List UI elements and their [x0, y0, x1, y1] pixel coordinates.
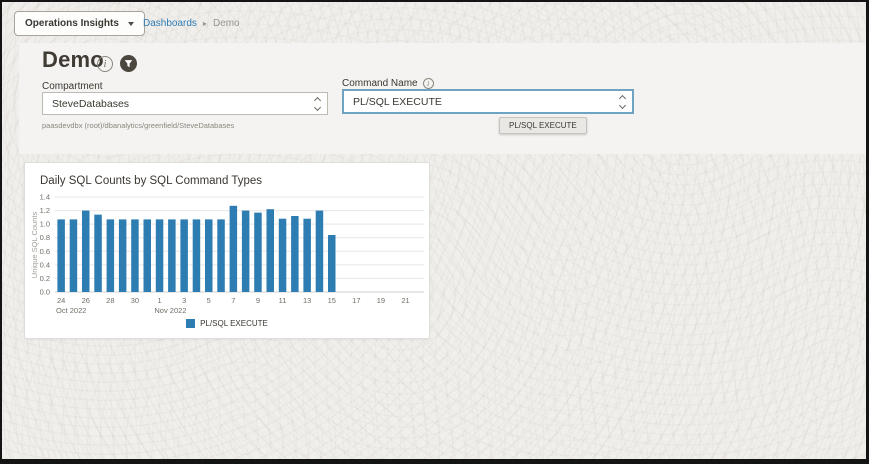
svg-text:15: 15: [328, 296, 336, 305]
select-stepper-icon: [315, 98, 320, 110]
breadcrumb-link-dashboards[interactable]: Dashboards: [143, 18, 197, 29]
svg-text:30: 30: [131, 296, 139, 305]
svg-text:0.0: 0.0: [40, 288, 50, 297]
command-name-tooltip: PL/SQL EXECUTE: [499, 117, 587, 134]
chart-card: Daily SQL Counts by SQL Command Types 0.…: [24, 162, 430, 339]
compartment-label: Compartment: [42, 81, 103, 92]
svg-text:9: 9: [256, 296, 260, 305]
compartment-select-value: SteveDatabases: [52, 98, 129, 110]
svg-text:13: 13: [303, 296, 311, 305]
legend-swatch: [186, 319, 195, 328]
command-name-select[interactable]: PL/SQL EXECUTE: [342, 89, 634, 114]
svg-text:19: 19: [377, 296, 385, 305]
breadcrumb: Dashboards ▸ Demo: [143, 2, 240, 44]
svg-text:0.8: 0.8: [40, 233, 50, 242]
svg-text:3: 3: [182, 296, 186, 305]
info-icon[interactable]: i: [97, 56, 113, 72]
breadcrumb-current: Demo: [213, 18, 240, 29]
svg-text:1.4: 1.4: [40, 193, 50, 202]
svg-text:5: 5: [207, 296, 211, 305]
compartment-path-helper: paasdevdbx (root)/dbanalytics/greenfield…: [42, 121, 234, 130]
svg-text:0.4: 0.4: [40, 260, 50, 269]
svg-text:1: 1: [157, 296, 161, 305]
funnel-glyph: [123, 58, 134, 69]
command-name-select-value: PL/SQL EXECUTE: [353, 96, 442, 108]
bar-chart-svg[interactable]: 0.00.20.40.60.81.01.21.42426283013579111…: [29, 190, 427, 316]
svg-text:1.0: 1.0: [40, 220, 50, 229]
legend-label: PL/SQL EXECUTE: [200, 319, 268, 328]
dashboard-header-panel: Demo i Compartment SteveDatabases paasde…: [19, 43, 866, 154]
command-info-icon[interactable]: i: [423, 78, 434, 89]
svg-text:17: 17: [352, 296, 360, 305]
svg-text:28: 28: [106, 296, 114, 305]
svg-text:26: 26: [82, 296, 90, 305]
breadcrumb-separator-icon: ▸: [203, 19, 207, 28]
svg-text:1.2: 1.2: [40, 206, 50, 215]
app-window: Operations Insights Dashboards ▸ Demo De…: [0, 0, 869, 464]
command-name-label-row: Command Name i: [342, 78, 434, 89]
svg-text:Nov 2022: Nov 2022: [154, 306, 186, 315]
page-title: Demo: [42, 47, 104, 73]
svg-text:0.2: 0.2: [40, 274, 50, 283]
svg-text:Oct 2022: Oct 2022: [56, 306, 86, 315]
app-switcher-label: Operations Insights: [25, 18, 119, 29]
svg-text:Unique SQL Counts: Unique SQL Counts: [30, 212, 39, 279]
svg-text:7: 7: [231, 296, 235, 305]
caret-down-icon: [128, 22, 134, 26]
command-name-label: Command Name: [342, 78, 418, 89]
filter-icon[interactable]: [120, 55, 137, 72]
svg-text:11: 11: [279, 296, 287, 305]
svg-text:24: 24: [57, 296, 65, 305]
svg-text:21: 21: [401, 296, 409, 305]
select-stepper-icon: [620, 96, 625, 108]
chart-legend: PL/SQL EXECUTE: [25, 319, 429, 328]
compartment-select[interactable]: SteveDatabases: [42, 92, 328, 115]
app-switcher-button[interactable]: Operations Insights: [14, 11, 145, 36]
chart-title: Daily SQL Counts by SQL Command Types: [40, 175, 262, 187]
svg-text:0.6: 0.6: [40, 247, 50, 256]
